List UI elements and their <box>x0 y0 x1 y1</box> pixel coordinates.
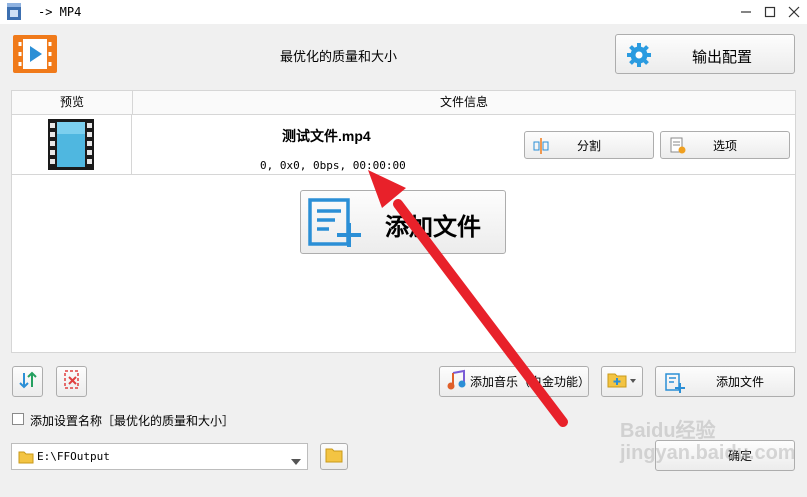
options-icon <box>669 137 687 158</box>
maximize-icon[interactable] <box>761 3 779 21</box>
add-setting-name-checkbox[interactable] <box>12 413 24 425</box>
video-format-icon <box>12 34 58 74</box>
preview-cell <box>12 115 132 174</box>
add-file-label: 添加文件 <box>715 375 764 389</box>
col-header-info: 文件信息 <box>133 91 795 115</box>
title-bar: -> MP4 <box>0 0 807 24</box>
remove-file-button[interactable] <box>56 366 87 397</box>
music-note-icon <box>446 369 468 394</box>
folder-icon <box>18 450 34 467</box>
baidu-watermark: Baidu经验 jingyan.baidu.com <box>620 420 796 464</box>
chevron-down-icon[interactable] <box>291 454 301 468</box>
close-icon[interactable] <box>785 3 803 21</box>
output-path-select[interactable]: E:\FFOutput <box>11 443 308 470</box>
output-path-value: E:\FFOutput <box>37 450 110 463</box>
output-config-label: 输出配置 <box>692 49 753 66</box>
preset-name: 最优化的质量和大小 <box>280 49 398 64</box>
add-setting-name-label: 添加设置名称［最优化的质量和大小］ <box>30 414 235 428</box>
add-music-button[interactable]: 添加音乐（白金功能） <box>439 366 591 397</box>
split-button[interactable]: 分割 <box>524 131 654 159</box>
file-name: 测试文件.mp4 <box>282 128 371 144</box>
add-folder-dropdown-button[interactable] <box>601 366 643 397</box>
file-meta: 0, 0x0, 0bps, 00:00:00 <box>260 159 406 172</box>
film-thumbnail-icon <box>48 119 94 170</box>
split-icon <box>533 138 549 157</box>
app-icon <box>6 3 22 21</box>
options-label: 选项 <box>712 138 737 153</box>
add-file-big-button[interactable]: 添加文件 <box>300 190 506 254</box>
minimize-icon[interactable] <box>737 3 755 21</box>
sort-button[interactable] <box>12 366 43 397</box>
add-file-button[interactable]: 添加文件 <box>655 366 795 397</box>
browse-folder-button[interactable] <box>320 443 348 470</box>
folder-plus-icon <box>606 370 638 393</box>
window-title: -> MP4 <box>38 5 82 19</box>
table-row[interactable]: 测试文件.mp4 0, 0x0, 0bps, 00:00:00 分割 选项 <box>12 115 795 175</box>
add-file-icon <box>307 197 363 252</box>
split-label: 分割 <box>576 138 601 153</box>
add-file-small-icon <box>664 372 686 397</box>
output-config-button[interactable]: 输出配置 <box>615 34 795 74</box>
col-header-preview: 预览 <box>12 91 133 115</box>
remove-file-icon <box>62 369 82 394</box>
folder-browse-icon <box>325 447 343 466</box>
options-button[interactable]: 选项 <box>660 131 790 159</box>
gear-icon <box>626 42 652 71</box>
add-music-label: 添加音乐（白金功能） <box>470 375 591 389</box>
sort-arrows-icon <box>18 370 38 393</box>
add-file-big-label: 添加文件 <box>385 214 481 241</box>
